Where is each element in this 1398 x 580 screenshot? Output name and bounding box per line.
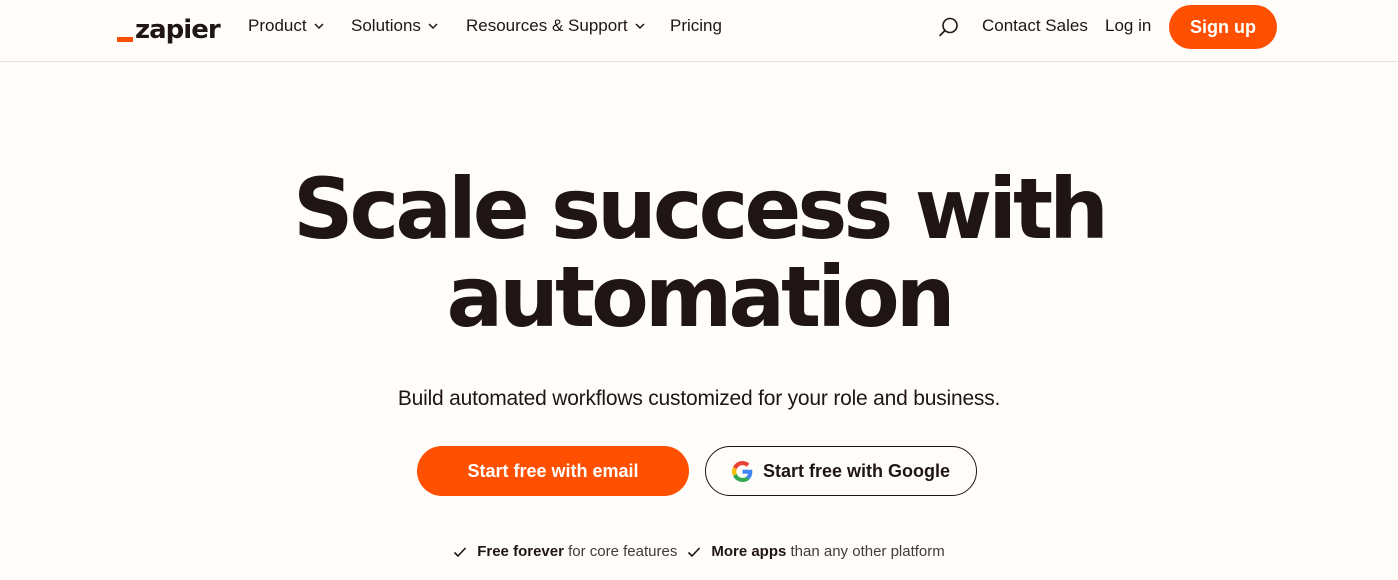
feature-bold-text: Free forever <box>477 543 564 560</box>
chevron-down-icon <box>635 23 645 30</box>
nav-item-label: Product <box>248 16 307 35</box>
hero-subheadline: Build automated workflows customized for… <box>397 387 1001 410</box>
hero-headline-line-1: Scale success with <box>293 160 1109 258</box>
check-icon <box>688 546 701 557</box>
check-icon <box>454 546 467 557</box>
feature-item: More apps than any other platform <box>687 543 945 560</box>
zapier-logo[interactable]: zapier <box>117 10 221 46</box>
log-in-link[interactable]: Log in <box>1105 16 1151 36</box>
hero-headline-line-2: automation <box>446 248 955 346</box>
nav-item-label: Pricing <box>670 16 722 35</box>
feature-text: for core features <box>563 543 678 560</box>
search-icon[interactable] <box>938 16 960 38</box>
nav-item-product[interactable]: Product <box>248 16 324 36</box>
logo-wordmark: zapier <box>135 15 221 45</box>
nav-item-label: Resources & Support <box>466 16 628 35</box>
top-navigation-bar: zapier Product Solutions Resources & Sup… <box>0 0 1398 62</box>
sign-up-button[interactable]: Sign up <box>1169 5 1277 49</box>
chevron-down-icon <box>314 23 324 30</box>
feature-highlights: Free forever for core features More apps… <box>0 543 1398 560</box>
hero-headline: Scale success with automation <box>0 165 1398 341</box>
contact-sales-link[interactable]: Contact Sales <box>982 16 1088 36</box>
feature-item: Free forever for core features <box>453 543 677 560</box>
google-button-label: Start free with Google <box>762 460 951 481</box>
google-icon <box>731 460 753 482</box>
start-free-google-button[interactable]: Start free with Google <box>705 446 977 496</box>
nav-item-resources-support[interactable]: Resources & Support <box>466 16 645 36</box>
feature-text: than any other platform <box>786 543 945 560</box>
start-free-email-button[interactable]: Start free with email <box>417 446 689 496</box>
chevron-down-icon <box>428 23 438 30</box>
nav-item-label: Solutions <box>351 16 421 35</box>
nav-item-solutions[interactable]: Solutions <box>351 16 438 36</box>
logo-underscore-mark <box>117 37 133 42</box>
nav-item-pricing[interactable]: Pricing <box>670 16 722 36</box>
feature-bold-text: More apps <box>711 543 787 560</box>
